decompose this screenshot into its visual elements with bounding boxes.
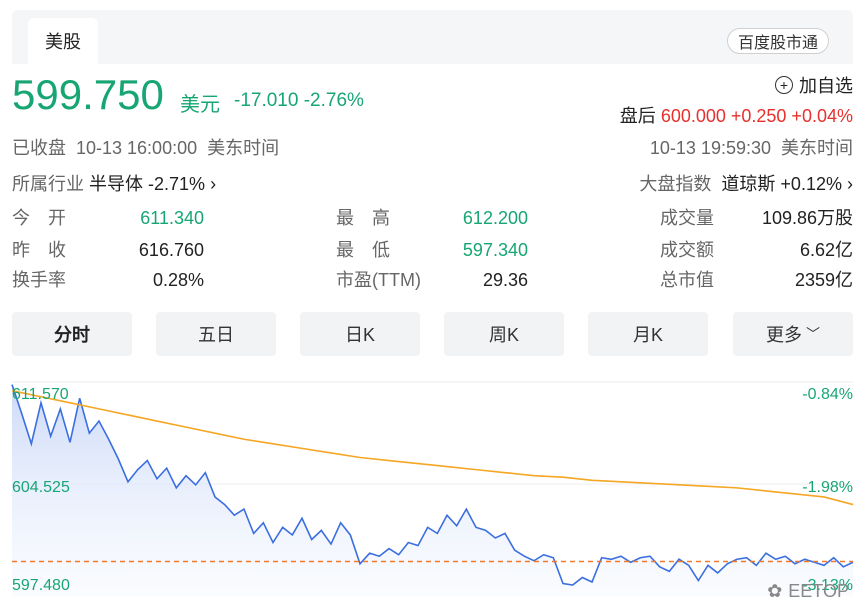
industry-value: 半导体 -2.71% [89, 174, 205, 194]
chevron-right-icon: › [210, 174, 216, 194]
tab-us-stocks[interactable]: 美股 [28, 18, 98, 64]
currency-label: 美元 [180, 88, 220, 117]
stat-label-prev: 昨 收 [12, 237, 66, 263]
y-tick-mid: 604.525 [12, 479, 70, 497]
index-link[interactable]: 大盘指数 道琼斯 +0.12% › [639, 170, 853, 196]
period-daily-k[interactable]: 日K [300, 312, 420, 356]
stat-label-volume: 成交量 [660, 205, 714, 231]
stat-low: 597.340 [446, 237, 528, 263]
stat-label-amount: 成交额 [660, 237, 714, 263]
period-intraday[interactable]: 分时 [12, 312, 132, 356]
stat-label-high: 最 高 [336, 205, 390, 231]
stat-label-open: 今 开 [12, 205, 66, 231]
stat-amount: 6.62亿 [733, 237, 853, 263]
period-more[interactable]: 更多 ﹀ [733, 312, 853, 356]
quote-stats: 今 开 611.340 最 高 612.200 成交量 109.86万股 昨 收… [12, 205, 853, 301]
period-tabs: 分时 五日 日K 周K 月K 更多 ﹀ [12, 312, 853, 356]
chevron-down-icon: ﹀ [806, 324, 820, 344]
y-tick-bottom: 597.480 [12, 577, 70, 595]
chart-canvas [0, 374, 865, 616]
after-hours-label: 盘后 [620, 106, 656, 126]
stat-high: 612.200 [446, 205, 528, 231]
after-hours-quote: 盘后 600.000 +0.250 +0.04% [620, 102, 853, 128]
stat-label-mcap: 总市值 [660, 267, 714, 293]
period-monthly-k[interactable]: 月K [588, 312, 708, 356]
y-tick-top: 611.570 [12, 386, 69, 404]
stat-pe: 29.36 [446, 267, 528, 293]
market-tab-bar: 美股 百度股市通 [12, 10, 853, 64]
intraday-chart[interactable]: 611.570 604.525 597.480 -0.84% -1.98% -3… [0, 374, 865, 616]
watermark: ✿ EETOP [767, 581, 849, 602]
plus-circle-icon: + [775, 76, 793, 94]
industry-link[interactable]: 所属行业 半导体 -2.71% › [12, 170, 216, 196]
price-change: -17.010 -2.76% [234, 90, 364, 112]
stat-label-turnover: 换手率 [12, 267, 66, 293]
pct-tick-top: -0.84% [802, 386, 853, 404]
stat-open: 611.340 [122, 205, 204, 231]
stat-label-pe: 市盈(TTM) [336, 267, 421, 293]
watermark-text: EETOP [788, 581, 849, 602]
brand-button[interactable]: 百度股市通 [727, 28, 829, 54]
stat-mcap: 2359亿 [733, 267, 853, 293]
stat-prev: 616.760 [122, 237, 204, 263]
stat-label-low: 最 低 [336, 237, 390, 263]
period-5day[interactable]: 五日 [156, 312, 276, 356]
add-watchlist-button[interactable]: + 加自选 [775, 72, 853, 98]
after-hours-values: 600.000 +0.250 +0.04% [661, 106, 853, 126]
last-price: 599.750 [12, 70, 164, 120]
index-label: 大盘指数 [639, 174, 711, 194]
chevron-right-icon: › [847, 174, 853, 194]
industry-label: 所属行业 [12, 174, 84, 194]
wechat-icon: ✿ [767, 581, 782, 602]
stat-turnover: 0.28% [122, 267, 204, 293]
index-value: 道琼斯 +0.12% [721, 174, 842, 194]
add-watchlist-label: 加自选 [799, 72, 853, 98]
pct-tick-mid: -1.98% [802, 479, 853, 497]
period-weekly-k[interactable]: 周K [444, 312, 564, 356]
period-more-label: 更多 [766, 321, 802, 347]
stat-volume: 109.86万股 [733, 205, 853, 231]
after-hours-time: 10-13 19:59:30 美东时间 [650, 134, 853, 160]
market-status: 已收盘 10-13 16:00:00 美东时间 [12, 134, 279, 160]
